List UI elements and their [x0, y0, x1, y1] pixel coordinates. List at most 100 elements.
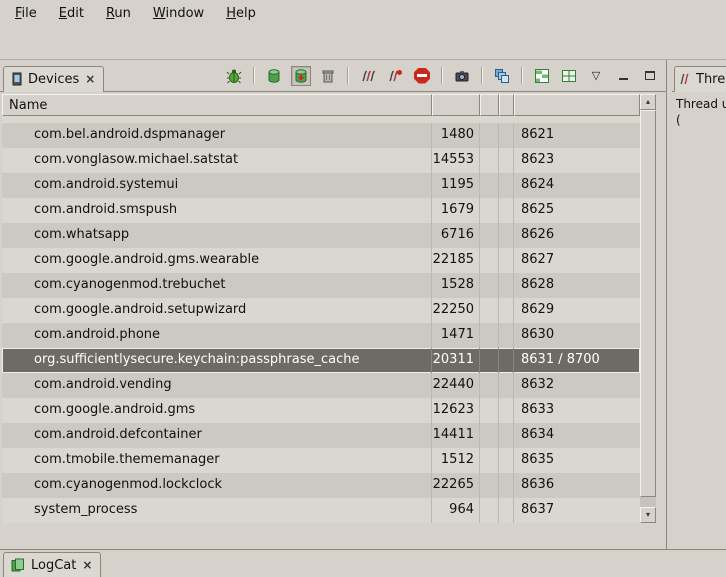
tab-threads-label: Threads	[696, 72, 726, 87]
tab-logcat-label: LogCat	[31, 558, 76, 573]
menu-file[interactable]: File	[4, 3, 48, 24]
process-port: 8629	[514, 298, 640, 323]
column-header-blank1[interactable]	[480, 94, 499, 116]
cell-spacer	[480, 348, 499, 373]
column-header-blank2[interactable]	[499, 94, 514, 116]
minimize-icon[interactable]	[613, 66, 633, 86]
process-pid: 1512	[432, 448, 480, 473]
cell-spacer	[480, 198, 499, 223]
process-pid: 1528	[432, 273, 480, 298]
vertical-scroll-thumb[interactable]	[640, 110, 656, 497]
scroll-down-icon[interactable]: ▾	[640, 507, 656, 523]
scroll-up-icon[interactable]: ▴	[640, 94, 656, 110]
tab-devices-label: Devices	[28, 72, 79, 87]
cell-spacer	[499, 473, 514, 498]
process-row[interactable]: com.google.android.gms.wearable221858627	[2, 248, 640, 273]
menu-help[interactable]: Help	[215, 3, 267, 24]
screenshot-camera-icon[interactable]	[452, 66, 472, 86]
process-row[interactable]: com.android.smspush16798625	[2, 198, 640, 223]
gc-trash-icon[interactable]	[318, 66, 338, 86]
threads-message: Thread up (	[676, 96, 726, 128]
process-port: 8630	[514, 323, 640, 348]
process-name: com.android.defcontainer	[2, 423, 432, 448]
cell-spacer	[499, 273, 514, 298]
process-row[interactable]: com.cyanogenmod.lockclock222658636	[2, 473, 640, 498]
tab-devices[interactable]: Devices ×	[3, 66, 104, 92]
threads-panel: Threads Thread up (	[672, 60, 726, 549]
app-window: File Edit Run Window Help Devices ×	[0, 0, 726, 577]
process-port: 8627	[514, 248, 640, 273]
cell-spacer	[480, 423, 499, 448]
cell-spacer	[499, 198, 514, 223]
process-pid: 1195	[432, 173, 480, 198]
process-row[interactable]: com.google.android.setupwizard222508629	[2, 298, 640, 323]
process-name: com.android.phone	[2, 323, 432, 348]
process-pid: 22250	[432, 298, 480, 323]
process-row[interactable]: system_process9648637	[2, 498, 640, 523]
close-icon[interactable]: ×	[81, 558, 93, 572]
opengl-trace-icon[interactable]	[559, 66, 579, 86]
column-header-port[interactable]	[514, 94, 640, 116]
logcat-icon	[11, 558, 26, 572]
process-name: com.cyanogenmod.lockclock	[2, 473, 432, 498]
process-row[interactable]: com.bel.android.dspmanager14808621	[2, 123, 640, 148]
process-row[interactable]: com.android.defcontainer144118634	[2, 423, 640, 448]
process-row[interactable]: com.android.vending224408632	[2, 373, 640, 398]
cell-spacer	[499, 223, 514, 248]
process-row[interactable]: com.whatsapp67168626	[2, 223, 640, 248]
process-row[interactable]: com.google.android.gms126238633	[2, 398, 640, 423]
process-name: org.sufficientlysecure.keychain:passphra…	[2, 348, 432, 373]
process-name: com.android.systemui	[2, 173, 432, 198]
process-port: 8634	[514, 423, 640, 448]
cell-spacer	[499, 173, 514, 198]
process-port: 8632	[514, 373, 640, 398]
vertical-scrollbar[interactable]: ▴ ▾	[640, 94, 656, 523]
devices-panel: Devices ×	[0, 60, 667, 549]
column-header-pid[interactable]	[432, 94, 480, 116]
method-profiling-icon[interactable]	[385, 66, 405, 86]
process-name: com.bel.android.dspmanager	[2, 123, 432, 148]
cell-spacer	[480, 323, 499, 348]
cell-spacer	[480, 273, 499, 298]
process-pid: 1471	[432, 323, 480, 348]
process-port: 8621	[514, 123, 640, 148]
update-heap-icon[interactable]	[264, 66, 284, 86]
process-row[interactable]: com.android.systemui1195 8624	[2, 173, 640, 198]
process-pid: 14553	[432, 148, 480, 173]
view-menu-icon[interactable]: ▽	[586, 66, 606, 86]
cell-spacer	[499, 373, 514, 398]
process-row[interactable]: com.tmobile.thememanager15128635	[2, 448, 640, 473]
process-pid: 22185	[432, 248, 480, 273]
stop-process-icon[interactable]	[412, 66, 432, 86]
cell-spacer	[480, 398, 499, 423]
process-pid: 1679	[432, 198, 480, 223]
menu-run[interactable]: Run	[95, 3, 142, 24]
process-row[interactable]: com.cyanogenmod.trebuchet15288628	[2, 273, 640, 298]
column-header-name[interactable]: Name	[2, 94, 432, 116]
cell-spacer	[499, 398, 514, 423]
debug-process-icon[interactable]	[224, 66, 244, 86]
close-icon[interactable]: ×	[84, 72, 96, 86]
process-port: 8637	[514, 498, 640, 523]
process-name: com.cyanogenmod.trebuchet	[2, 273, 432, 298]
device-icon	[11, 72, 23, 86]
process-port: 8635	[514, 448, 640, 473]
process-rows: com.bel.android.dspmanager14808621com.vo…	[2, 116, 640, 523]
tab-logcat[interactable]: LogCat ×	[3, 552, 101, 577]
update-threads-icon[interactable]	[358, 66, 378, 86]
cell-spacer	[499, 248, 514, 273]
view-hierarchy-icon[interactable]	[492, 66, 512, 86]
process-port: 8624	[514, 173, 640, 198]
dump-hprof-icon[interactable]	[291, 66, 311, 86]
menu-edit[interactable]: Edit	[48, 3, 95, 24]
process-row[interactable]: com.android.phone1471 8630	[2, 323, 640, 348]
cell-spacer	[480, 148, 499, 173]
process-row[interactable]: com.vonglasow.michael.satstat145538623	[2, 148, 640, 173]
main-area: Devices ×	[0, 60, 726, 549]
tab-threads[interactable]: Threads	[674, 66, 726, 92]
process-row-selected[interactable]: org.sufficientlysecure.keychain:passphra…	[2, 348, 640, 373]
maximize-icon[interactable]	[640, 66, 660, 86]
menu-window[interactable]: Window	[142, 3, 215, 24]
cell-spacer	[499, 448, 514, 473]
systrace-icon[interactable]	[532, 66, 552, 86]
